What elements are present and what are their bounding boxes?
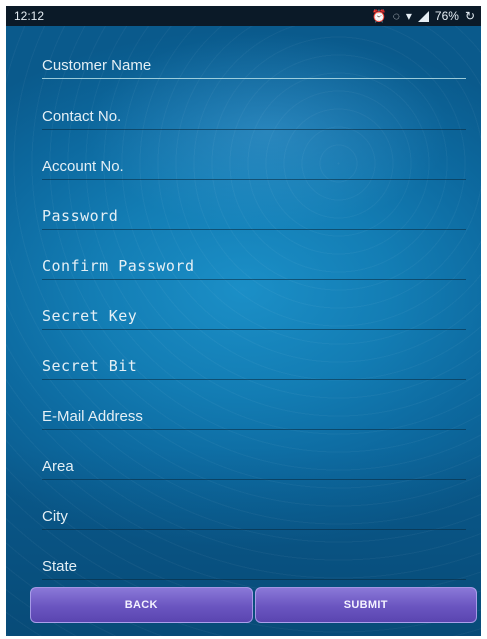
password-input[interactable]: [42, 207, 466, 225]
signal-icon: [417, 10, 429, 22]
customer-name-input[interactable]: [42, 57, 466, 74]
confirm-password-field[interactable]: [42, 240, 466, 280]
back-button[interactable]: BACK: [30, 587, 253, 623]
status-bar: 12:12 ⏰ ◌ ▾ 76% ↻: [6, 6, 481, 26]
email-input[interactable]: [42, 408, 466, 425]
vibrate-icon: ◌: [392, 9, 400, 23]
contact-no-input[interactable]: [42, 108, 466, 125]
secret-bit-field[interactable]: [42, 340, 466, 380]
city-field[interactable]: [42, 490, 466, 530]
secret-key-field[interactable]: [42, 290, 466, 330]
contact-no-field[interactable]: [42, 90, 466, 130]
account-no-field[interactable]: [42, 140, 466, 180]
area-field[interactable]: [42, 440, 466, 480]
area-input[interactable]: [42, 458, 466, 475]
state-field[interactable]: [42, 540, 466, 580]
status-icons: ⏰ ◌ ▾ 76% ↻: [372, 6, 475, 26]
account-no-input[interactable]: [42, 158, 466, 175]
customer-name-field[interactable]: [42, 39, 466, 79]
submit-button[interactable]: SUBMIT: [254, 587, 477, 623]
email-field[interactable]: [42, 390, 466, 430]
wifi-icon: ▾: [405, 9, 412, 23]
city-input[interactable]: [42, 508, 466, 525]
secret-bit-input[interactable]: [42, 357, 466, 375]
password-field[interactable]: [42, 190, 466, 230]
confirm-password-input[interactable]: [42, 257, 466, 275]
phone-screen: 12:12 ⏰ ◌ ▾ 76% ↻ BA: [6, 6, 481, 636]
battery-text: 76%: [434, 9, 459, 23]
status-time: 12:12: [14, 9, 45, 23]
state-input[interactable]: [42, 558, 466, 575]
sync-icon: ↻: [464, 9, 475, 23]
secret-key-input[interactable]: [42, 307, 466, 325]
alarm-icon: ⏰: [371, 9, 387, 23]
button-bar: BACK SUBMIT: [30, 587, 477, 623]
